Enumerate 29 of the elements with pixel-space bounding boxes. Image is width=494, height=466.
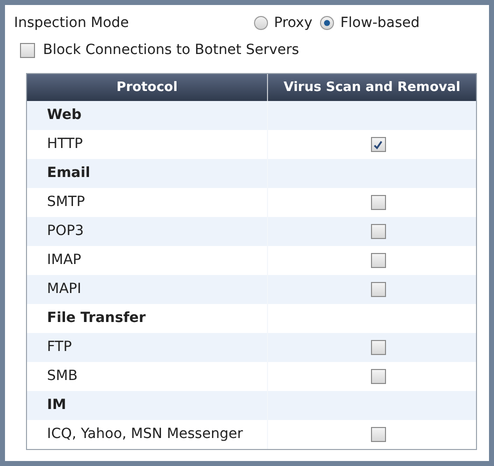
column-header: Virus Scan and Removal — [282, 78, 462, 97]
protocol-label: SMTP — [47, 193, 85, 212]
group-label: Web — [47, 106, 82, 125]
protocol-label: FTP — [47, 338, 72, 357]
radio-label: Flow-based — [340, 14, 420, 32]
checkbox[interactable] — [370, 253, 386, 268]
protocol-label: POP3 — [47, 222, 84, 241]
group-label: File Transfer — [47, 309, 146, 328]
radio-button[interactable] — [320, 16, 334, 30]
protocol-label: SMB — [47, 367, 78, 386]
radio-button[interactable] — [254, 16, 268, 30]
botnet-label: Block Connections to Botnet Servers — [43, 40, 300, 60]
checkbox[interactable] — [370, 340, 386, 355]
group-label: IM — [47, 396, 66, 415]
checkbox[interactable] — [370, 137, 386, 152]
group-label: Email — [47, 164, 90, 183]
checkbox[interactable] — [370, 427, 386, 442]
protocol-label: ICQ, Yahoo, MSN Messenger — [47, 425, 243, 444]
protocol-label: IMAP — [47, 251, 82, 270]
checkbox[interactable] — [370, 224, 386, 239]
protocol-label: HTTP — [47, 135, 83, 154]
checkbox[interactable] — [20, 42, 35, 58]
protocol-label: MAPI — [47, 280, 82, 299]
inspection-mode-label: Inspection Mode — [14, 14, 130, 32]
radio-label: Proxy — [274, 14, 312, 32]
checkbox[interactable] — [370, 195, 386, 210]
checkbox[interactable] — [370, 369, 386, 384]
checkmark-icon — [373, 140, 383, 150]
checkbox[interactable] — [370, 282, 386, 297]
